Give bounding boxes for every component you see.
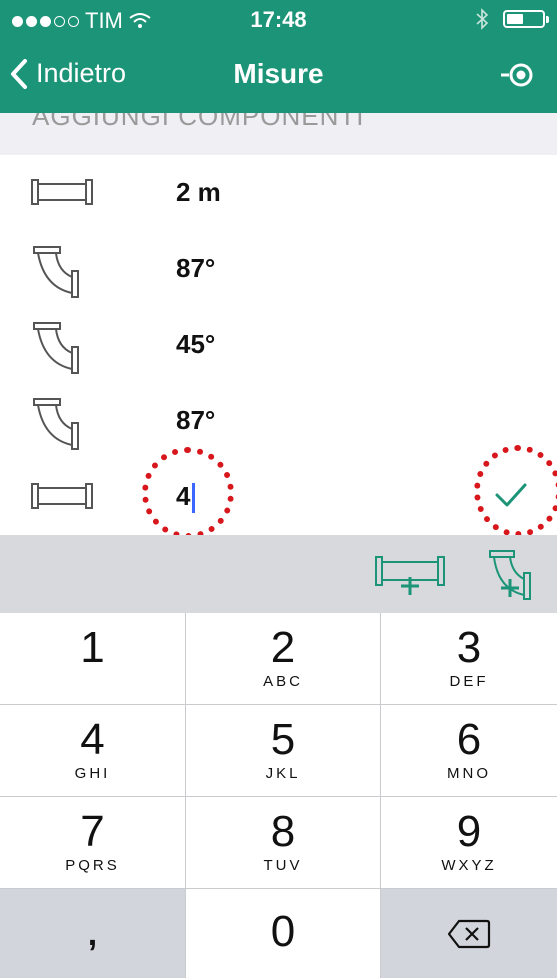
key-6[interactable]: 6 MNO xyxy=(381,705,557,797)
component-value: 45° xyxy=(176,329,216,359)
key-letters: PQRS xyxy=(65,857,120,874)
key-2[interactable]: 2 ABC xyxy=(186,613,381,705)
section-header: AGGIUNGI COMPONENTI xyxy=(0,113,557,155)
elbow-pipe-icon xyxy=(33,322,79,374)
component-row[interactable]: 87° xyxy=(0,231,557,307)
elbow-pipe-icon xyxy=(33,246,79,298)
key-digit: 5 xyxy=(270,715,296,764)
key-digit: 4 xyxy=(80,715,105,764)
key-8[interactable]: 8 TUV xyxy=(186,797,381,889)
key-9[interactable]: 9 WXYZ xyxy=(381,797,557,889)
key-4[interactable]: 4 GHI xyxy=(0,705,186,797)
key-digit: 0 xyxy=(270,907,296,956)
key-digit: 2 xyxy=(270,623,296,672)
key-letters: GHI xyxy=(74,765,111,782)
navigation-header: TIM 17:48 Indietro Misure xyxy=(0,0,557,113)
key-digit: 7 xyxy=(80,807,105,856)
add-straight-pipe-icon[interactable] xyxy=(374,551,446,597)
component-row[interactable]: 2 m xyxy=(0,155,557,231)
key-0[interactable]: 0 xyxy=(186,889,381,978)
component-row[interactable]: 87° xyxy=(0,383,557,459)
delete-key[interactable] xyxy=(381,889,557,978)
key-letters: WXYZ xyxy=(441,857,497,874)
key-digit: 8 xyxy=(270,807,296,856)
key-letters: JKL xyxy=(265,765,301,782)
numeric-keypad: 1 2 ABC 3 DEF 4 GHI 5 JKL 6 MNO 7 PQRS 8… xyxy=(0,613,557,978)
key-letters: MNO xyxy=(447,765,491,782)
backspace-icon xyxy=(447,919,491,949)
key-3[interactable]: 3 DEF xyxy=(381,613,557,705)
key-1[interactable]: 1 xyxy=(0,613,186,705)
target-icon[interactable] xyxy=(501,62,535,88)
straight-pipe-icon xyxy=(31,483,93,509)
component-value: 87° xyxy=(176,253,216,283)
battery-icon xyxy=(503,10,549,28)
key-letters: DEF xyxy=(449,673,489,690)
annotation-circle xyxy=(142,447,234,539)
key-letters: ABC xyxy=(263,673,303,690)
page-title: Misure xyxy=(233,58,324,89)
key-7[interactable]: 7 PQRS xyxy=(0,797,186,889)
add-elbow-pipe-icon[interactable] xyxy=(488,549,538,601)
clock: 17:48 xyxy=(250,7,307,32)
component-value: 2 m xyxy=(176,177,221,207)
key-comma[interactable]: , xyxy=(0,889,186,978)
straight-pipe-icon xyxy=(31,179,93,205)
key-letters: TUV xyxy=(263,857,303,874)
key-5[interactable]: 5 JKL xyxy=(186,705,381,797)
key-digit: , xyxy=(87,915,98,953)
key-digit: 1 xyxy=(80,623,105,672)
section-header-label: AGGIUNGI COMPONENTI xyxy=(32,113,365,131)
component-row[interactable]: 45° xyxy=(0,307,557,383)
keyboard-accessory-bar xyxy=(0,535,557,613)
key-digit: 6 xyxy=(456,715,482,764)
status-bar: TIM 17:48 xyxy=(0,0,557,40)
bluetooth-icon xyxy=(476,8,489,30)
component-value: 87° xyxy=(176,405,216,435)
key-digit: 9 xyxy=(456,807,482,856)
elbow-pipe-icon xyxy=(33,398,79,450)
key-digit: 3 xyxy=(456,623,482,672)
annotation-circle xyxy=(474,445,557,537)
